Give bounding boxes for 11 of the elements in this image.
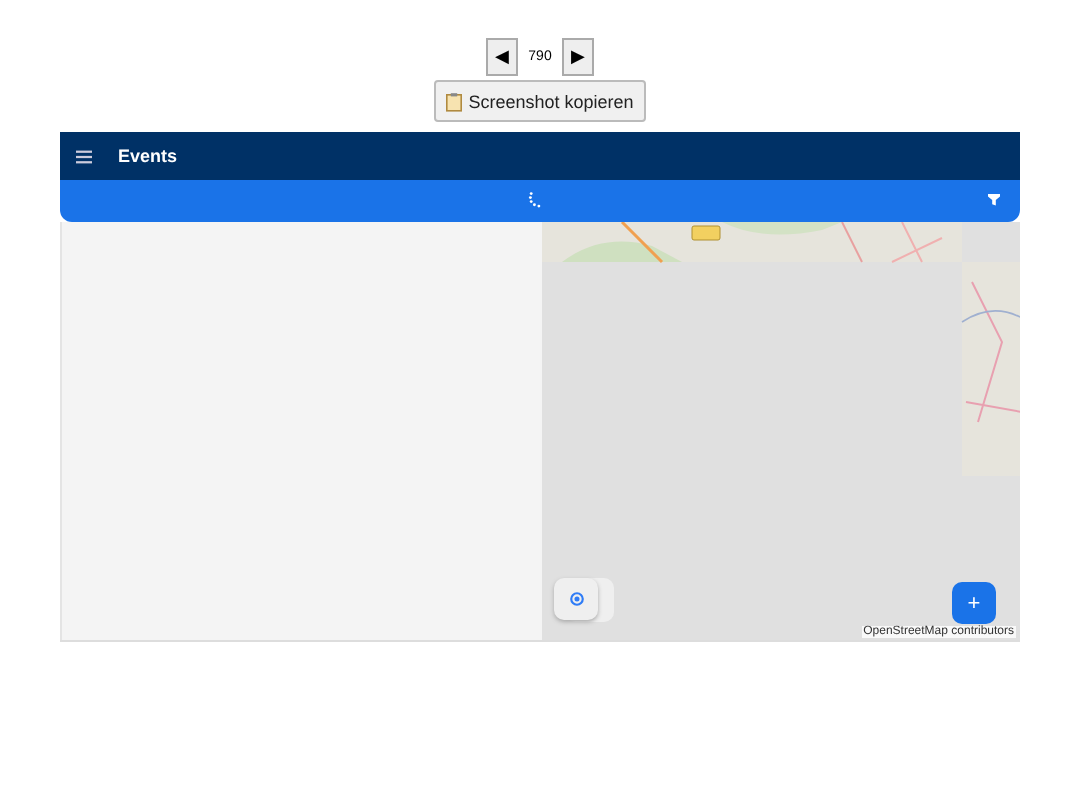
previous-button[interactable]: ◀ xyxy=(486,38,519,76)
filter-icon[interactable] xyxy=(988,194,1000,206)
add-button[interactable]: + xyxy=(952,582,996,624)
locate-button[interactable] xyxy=(554,578,598,620)
copy-screenshot-button[interactable]: Screenshot kopieren xyxy=(434,80,646,122)
menu-icon[interactable] xyxy=(76,149,92,163)
next-button[interactable]: ▶ xyxy=(561,38,594,76)
location-target-icon xyxy=(567,590,585,608)
app-title: Events xyxy=(118,146,178,166)
loading-spinner-icon xyxy=(528,192,544,208)
clipboard-icon xyxy=(446,91,463,111)
